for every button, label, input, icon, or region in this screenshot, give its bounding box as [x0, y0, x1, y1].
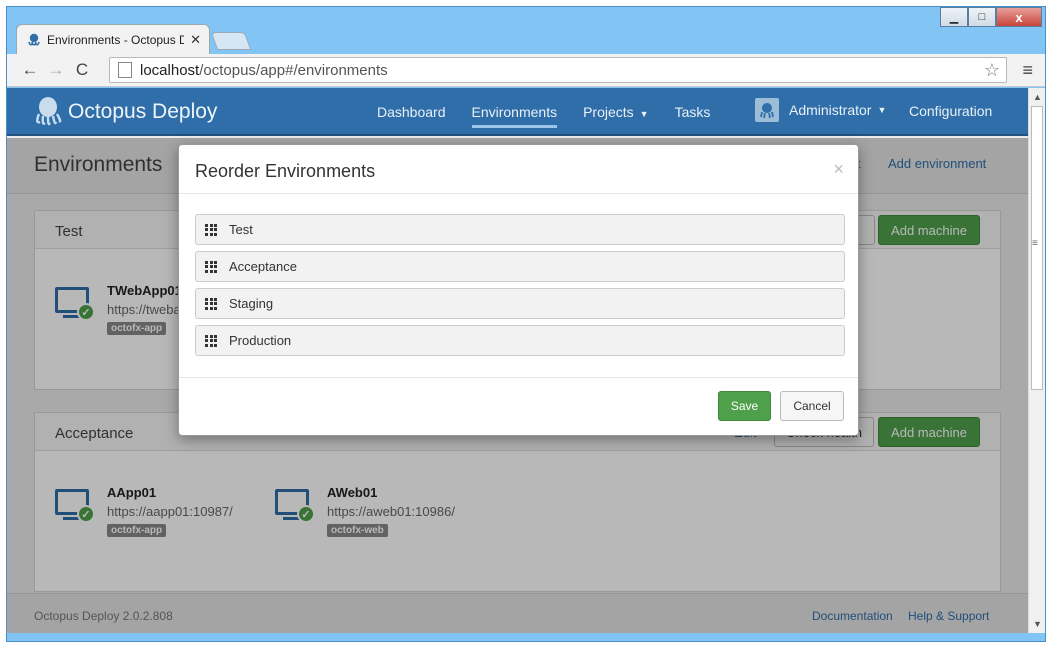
page-viewport: Octopus Deploy Dashboard Environments Pr…	[7, 88, 1045, 633]
save-button[interactable]: Save	[718, 391, 771, 421]
new-tab-button[interactable]	[210, 32, 252, 50]
reorder-item-label: Test	[229, 222, 253, 237]
url-host: localhost	[140, 61, 200, 79]
vertical-scrollbar[interactable]: ▲ ≡ ▼	[1028, 88, 1045, 633]
reorder-item[interactable]: Production	[195, 325, 845, 356]
modal-close-icon[interactable]: ×	[833, 159, 844, 180]
modal-divider	[179, 193, 858, 194]
caret-down-icon: ▼	[639, 109, 649, 119]
nav-environments[interactable]: Environments	[471, 104, 557, 128]
top-navbar: Octopus Deploy Dashboard Environments Pr…	[7, 88, 1028, 136]
caret-down-icon: ▼	[877, 105, 887, 115]
cancel-button[interactable]: Cancel	[780, 391, 844, 421]
reorder-item-label: Staging	[229, 296, 274, 311]
reorder-item[interactable]: Test	[195, 214, 845, 245]
reorder-item-label: Production	[229, 333, 292, 348]
nav-projects[interactable]: Projects ▼	[583, 104, 649, 120]
tab-title: Environments - Octopus D	[47, 32, 185, 47]
octopus-logo-icon	[36, 97, 62, 126]
reorder-environments-modal: Reorder Environments × Test Acceptance S…	[178, 144, 859, 436]
modal-divider	[179, 377, 858, 378]
nav-dashboard[interactable]: Dashboard	[377, 104, 446, 120]
bookmark-star-icon[interactable]: ☆	[984, 60, 1000, 81]
drag-handle-icon[interactable]	[205, 223, 217, 236]
modal-title: Reorder Environments	[195, 161, 376, 181]
user-menu[interactable]: Administrator ▼	[755, 98, 886, 122]
drag-handle-icon[interactable]	[205, 334, 217, 347]
avatar	[755, 98, 779, 122]
user-name: Administrator	[789, 102, 872, 118]
reorder-item[interactable]: Acceptance	[195, 251, 845, 282]
close-window-button[interactable]: x	[996, 7, 1042, 27]
page-icon	[118, 62, 132, 78]
nav-tasks[interactable]: Tasks	[675, 104, 711, 120]
window-controls: ▁ □ x	[940, 7, 1042, 27]
main-nav: Dashboard Environments Projects ▼ Tasks	[377, 88, 736, 136]
scroll-grip-icon: ≡	[1032, 238, 1038, 249]
tab-close-icon[interactable]: ✕	[190, 32, 201, 48]
reorder-item[interactable]: Staging	[195, 288, 845, 319]
drag-handle-icon[interactable]	[205, 260, 217, 273]
browser-tab[interactable]: Environments - Octopus D ✕	[16, 24, 210, 54]
minimize-button[interactable]: ▁	[940, 7, 968, 27]
browser-menu-icon[interactable]: ≡	[1022, 60, 1033, 81]
nav-projects-label: Projects	[583, 104, 634, 120]
back-arrow-icon[interactable]: ←	[17, 60, 43, 80]
browser-toolbar: ← → C localhost/octopus/app#/environment…	[7, 54, 1045, 87]
address-bar[interactable]: localhost/octopus/app#/environments ☆	[109, 57, 1007, 83]
reorder-item-label: Acceptance	[229, 259, 297, 274]
scroll-up-icon[interactable]: ▲	[1030, 89, 1045, 105]
maximize-button[interactable]: □	[968, 7, 996, 27]
reload-icon[interactable]: C	[69, 60, 95, 80]
url-path: /octopus/app#/environments	[199, 61, 388, 79]
nav-configuration[interactable]: Configuration	[909, 103, 992, 119]
octopus-favicon-icon	[28, 33, 40, 45]
scroll-down-icon[interactable]: ▼	[1030, 616, 1045, 632]
octopus-avatar-icon	[760, 103, 774, 119]
brand-logo[interactable]: Octopus Deploy	[33, 96, 217, 128]
brand-name: Octopus Deploy	[68, 100, 218, 123]
drag-handle-icon[interactable]	[205, 297, 217, 310]
octopus-app: Octopus Deploy Dashboard Environments Pr…	[7, 88, 1028, 633]
forward-arrow-icon[interactable]: →	[43, 60, 69, 80]
